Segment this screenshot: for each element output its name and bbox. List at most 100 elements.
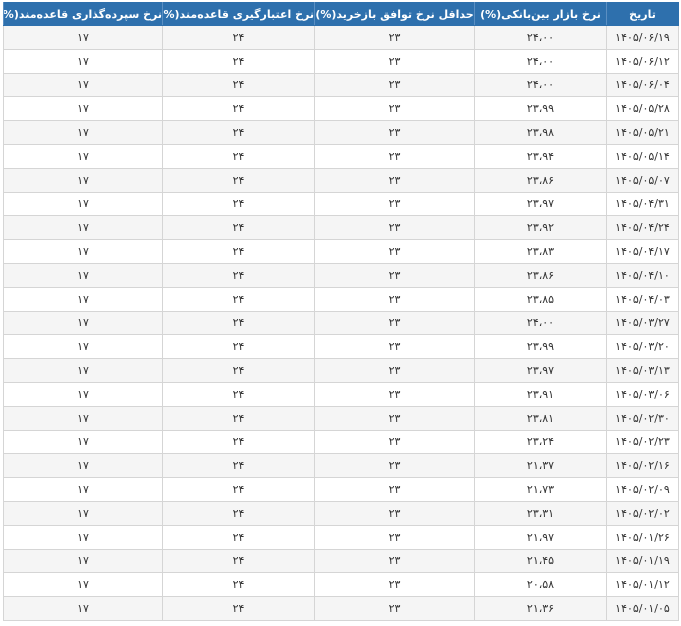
cell-standing-deposit-rate: ۱۷	[3, 25, 163, 50]
table-row: ۱۴۰۵/۰۲/۳۰ ۲۳،۸۱ ۲۳ ۲۴ ۱۷	[3, 405, 679, 431]
cell-standing-lending-rate: ۲۴	[162, 429, 315, 455]
cell-standing-lending-rate: ۲۴	[162, 72, 315, 98]
cell-min-repo-rate: ۲۳	[314, 500, 475, 526]
cell-standing-deposit-rate: ۱۷	[3, 215, 163, 241]
table-row: ۱۴۰۵/۰۶/۱۲ ۲۴،۰۰ ۲۳ ۲۴ ۱۷	[3, 48, 679, 74]
cell-standing-lending-rate: ۲۴	[162, 500, 315, 526]
table-row: ۱۴۰۵/۰۱/۲۶ ۲۱،۹۷ ۲۳ ۲۴ ۱۷	[3, 524, 679, 550]
cell-min-repo-rate: ۲۳	[314, 381, 475, 407]
header-min-repo-rate[interactable]: حداقل نرخ توافق بازخرید(%)	[314, 2, 475, 26]
cell-interbank-rate: ۲۳،۹۹	[474, 334, 607, 360]
cell-min-repo-rate: ۲۳	[314, 239, 475, 264]
table-row: ۱۴۰۵/۰۴/۰۳ ۲۳،۸۵ ۲۳ ۲۴ ۱۷	[3, 286, 679, 312]
cell-interbank-rate: ۲۳،۲۴	[474, 429, 607, 455]
cell-standing-deposit-rate: ۱۷	[3, 477, 163, 502]
cell-interbank-rate: ۲۳،۹۱	[474, 381, 607, 407]
cell-standing-deposit-rate: ۱۷	[3, 548, 163, 574]
cell-interbank-rate: ۲۴،۰۰	[474, 48, 607, 74]
cell-date: ۱۴۰۵/۰۵/۲۱	[606, 120, 679, 145]
cell-standing-lending-rate: ۲۴	[162, 477, 315, 502]
table-row: ۱۴۰۵/۰۲/۰۹ ۲۱،۷۳ ۲۳ ۲۴ ۱۷	[3, 477, 679, 502]
cell-standing-lending-rate: ۲۴	[162, 572, 315, 598]
rates-table-container: تاریخ نرخ بازار بین‌بانکی(%) حداقل نرخ ت…	[3, 2, 679, 621]
cell-standing-lending-rate: ۲۴	[162, 453, 315, 479]
cell-standing-deposit-rate: ۱۷	[3, 572, 163, 598]
cell-date: ۱۴۰۵/۰۳/۰۶	[606, 381, 679, 407]
cell-date: ۱۴۰۵/۰۵/۰۷	[606, 167, 679, 193]
cell-interbank-rate: ۲۱،۹۷	[474, 524, 607, 550]
cell-standing-deposit-rate: ۱۷	[3, 96, 163, 122]
cell-interbank-rate: ۲۳،۹۷	[474, 191, 607, 217]
table-row: ۱۴۰۵/۰۴/۲۴ ۲۳،۹۲ ۲۳ ۲۴ ۱۷	[3, 215, 679, 241]
cell-standing-deposit-rate: ۱۷	[3, 143, 163, 169]
cell-date: ۱۴۰۵/۰۶/۰۴	[606, 72, 679, 98]
cell-standing-deposit-rate: ۱۷	[3, 72, 163, 98]
cell-standing-lending-rate: ۲۴	[162, 596, 315, 621]
cell-interbank-rate: ۲۴،۰۰	[474, 25, 607, 50]
cell-interbank-rate: ۲۳،۹۷	[474, 358, 607, 383]
header-standing-lending-rate[interactable]: نرخ اعتبارگیری قاعده‌مند(%)	[162, 2, 315, 26]
cell-date: ۱۴۰۵/۰۱/۲۶	[606, 524, 679, 550]
cell-date: ۱۴۰۵/۰۶/۱۹	[606, 25, 679, 50]
cell-date: ۱۴۰۵/۰۵/۱۴	[606, 143, 679, 169]
cell-standing-deposit-rate: ۱۷	[3, 405, 163, 431]
cell-standing-deposit-rate: ۱۷	[3, 48, 163, 74]
cell-standing-lending-rate: ۲۴	[162, 548, 315, 574]
cell-min-repo-rate: ۲۳	[314, 96, 475, 122]
table-row: ۱۴۰۵/۰۱/۱۲ ۲۰،۵۸ ۲۳ ۲۴ ۱۷	[3, 572, 679, 598]
table-row: ۱۴۰۵/۰۵/۲۱ ۲۳،۹۸ ۲۳ ۲۴ ۱۷	[3, 120, 679, 145]
cell-interbank-rate: ۲۳،۸۱	[474, 405, 607, 431]
table-row: ۱۴۰۵/۰۵/۰۷ ۲۳،۸۶ ۲۳ ۲۴ ۱۷	[3, 167, 679, 193]
cell-min-repo-rate: ۲۳	[314, 72, 475, 98]
cell-standing-deposit-rate: ۱۷	[3, 310, 163, 336]
cell-date: ۱۴۰۵/۰۲/۲۳	[606, 429, 679, 455]
table-row: ۱۴۰۵/۰۴/۳۱ ۲۳،۹۷ ۲۳ ۲۴ ۱۷	[3, 191, 679, 217]
cell-standing-deposit-rate: ۱۷	[3, 120, 163, 145]
cell-standing-deposit-rate: ۱۷	[3, 167, 163, 193]
header-interbank-rate[interactable]: نرخ بازار بین‌بانکی(%)	[474, 2, 607, 26]
table-row: ۱۴۰۵/۰۶/۰۴ ۲۴،۰۰ ۲۳ ۲۴ ۱۷	[3, 72, 679, 98]
cell-min-repo-rate: ۲۳	[314, 429, 475, 455]
cell-standing-lending-rate: ۲۴	[162, 191, 315, 217]
table-row: ۱۴۰۵/۰۳/۰۶ ۲۳،۹۱ ۲۳ ۲۴ ۱۷	[3, 381, 679, 407]
cell-standing-lending-rate: ۲۴	[162, 381, 315, 407]
cell-interbank-rate: ۲۴،۰۰	[474, 310, 607, 336]
cell-standing-lending-rate: ۲۴	[162, 120, 315, 145]
table-row: ۱۴۰۵/۰۴/۱۰ ۲۳،۸۶ ۲۳ ۲۴ ۱۷	[3, 262, 679, 288]
table-row: ۱۴۰۵/۰۳/۲۷ ۲۴،۰۰ ۲۳ ۲۴ ۱۷	[3, 310, 679, 336]
cell-date: ۱۴۰۵/۰۳/۲۷	[606, 310, 679, 336]
cell-standing-deposit-rate: ۱۷	[3, 286, 163, 312]
cell-interbank-rate: ۲۱،۳۶	[474, 596, 607, 621]
cell-min-repo-rate: ۲۳	[314, 262, 475, 288]
table-body: ۱۴۰۵/۰۶/۱۹ ۲۴،۰۰ ۲۳ ۲۴ ۱۷ ۱۴۰۵/۰۶/۱۲ ۲۴،۰۰ ۲۳ ۲۴…	[3, 25, 679, 621]
cell-min-repo-rate: ۲۳	[314, 191, 475, 217]
cell-interbank-rate: ۲۰،۵۸	[474, 572, 607, 598]
table-header: تاریخ نرخ بازار بین‌بانکی(%) حداقل نرخ ت…	[3, 2, 679, 26]
cell-standing-lending-rate: ۲۴	[162, 25, 315, 50]
cell-min-repo-rate: ۲۳	[314, 596, 475, 621]
cell-min-repo-rate: ۲۳	[314, 310, 475, 336]
cell-date: ۱۴۰۵/۰۵/۲۸	[606, 96, 679, 122]
cell-date: ۱۴۰۵/۰۴/۳۱	[606, 191, 679, 217]
cell-standing-deposit-rate: ۱۷	[3, 500, 163, 526]
header-date[interactable]: تاریخ	[606, 2, 679, 26]
cell-interbank-rate: ۲۳،۹۹	[474, 96, 607, 122]
cell-date: ۱۴۰۵/۰۳/۲۰	[606, 334, 679, 360]
cell-date: ۱۴۰۵/۰۴/۰۳	[606, 286, 679, 312]
cell-standing-lending-rate: ۲۴	[162, 286, 315, 312]
cell-min-repo-rate: ۲۳	[314, 548, 475, 574]
cell-standing-lending-rate: ۲۴	[162, 96, 315, 122]
table-row: ۱۴۰۵/۰۴/۱۷ ۲۳،۸۳ ۲۳ ۲۴ ۱۷	[3, 239, 679, 264]
table-row: ۱۴۰۵/۰۲/۰۲ ۲۳،۳۱ ۲۳ ۲۴ ۱۷	[3, 500, 679, 526]
cell-interbank-rate: ۲۱،۷۳	[474, 477, 607, 502]
cell-interbank-rate: ۲۳،۹۸	[474, 120, 607, 145]
cell-standing-deposit-rate: ۱۷	[3, 334, 163, 360]
table-row: ۱۴۰۵/۰۳/۲۰ ۲۳،۹۹ ۲۳ ۲۴ ۱۷	[3, 334, 679, 360]
cell-standing-deposit-rate: ۱۷	[3, 381, 163, 407]
cell-standing-lending-rate: ۲۴	[162, 358, 315, 383]
header-standing-deposit-rate[interactable]: نرخ سپرده‌گذاری قاعده‌مند(%)	[3, 2, 163, 26]
cell-interbank-rate: ۲۳،۸۶	[474, 262, 607, 288]
cell-min-repo-rate: ۲۳	[314, 358, 475, 383]
cell-min-repo-rate: ۲۳	[314, 120, 475, 145]
cell-min-repo-rate: ۲۳	[314, 25, 475, 50]
